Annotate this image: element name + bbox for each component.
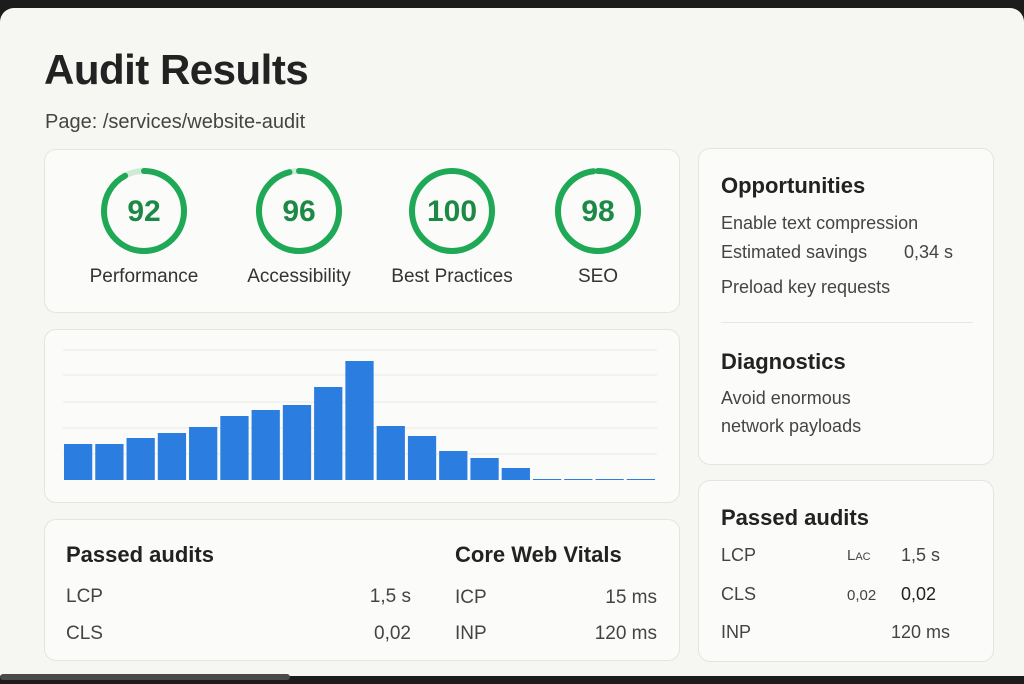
passed-right-lcp-value: 1,5 s bbox=[901, 545, 941, 565]
passed-cls-value: 0,02 bbox=[374, 623, 411, 644]
score-value-accessibility: 96 bbox=[282, 195, 315, 228]
score-seo[interactable]: 98 SEO bbox=[528, 166, 668, 288]
passed-right-inp-label: INP bbox=[721, 622, 752, 642]
histogram-card bbox=[44, 329, 680, 503]
diagnostic-item-line2[interactable]: network payloads bbox=[721, 416, 861, 437]
passed-right-inp-value: 120 ms bbox=[891, 622, 951, 642]
cwv-icp-value: 15 ms bbox=[605, 587, 657, 608]
diagnostics-title: Diagnostics bbox=[721, 349, 846, 374]
passed-right-cls-extra: 0,02 bbox=[847, 587, 877, 604]
chart-bar[interactable] bbox=[470, 458, 499, 480]
score-ring-performance: 92 bbox=[101, 168, 187, 254]
estimated-savings-value: 0,34 s bbox=[904, 242, 954, 262]
score-ring-accessibility: 96 bbox=[256, 168, 342, 254]
score-performance[interactable]: 92 Performance bbox=[74, 166, 214, 288]
page-path-line: Page: /services/website-audit bbox=[45, 111, 305, 134]
chart-bar[interactable] bbox=[220, 416, 249, 480]
passed-lcp-value: 1,5 s bbox=[369, 586, 411, 607]
score-ring-seo: 98 bbox=[555, 168, 641, 254]
estimated-savings-label: Estimated savings bbox=[721, 242, 868, 262]
report-page: Audit Results Page: /services/website-au… bbox=[0, 8, 1024, 676]
passed-right-lcp-label: LCP bbox=[721, 545, 757, 565]
score-label-performance: Performance bbox=[89, 266, 199, 287]
chart-bar[interactable] bbox=[345, 361, 374, 480]
passed-lcp-label: LCP bbox=[66, 586, 103, 607]
opportunities-title: Opportunities bbox=[721, 173, 866, 198]
score-accessibility[interactable]: 96 Accessibility bbox=[229, 166, 369, 288]
chart-bar[interactable] bbox=[595, 479, 624, 480]
chart-bar[interactable] bbox=[314, 387, 343, 480]
diagnostic-item-line1[interactable]: Avoid enormous bbox=[721, 388, 851, 409]
opportunity-item-text-compression[interactable]: Enable text compression bbox=[721, 213, 918, 234]
score-value-seo: 98 bbox=[581, 195, 614, 228]
scores-card: 92 Performance 96 Accessibility 100 Best… bbox=[44, 149, 680, 313]
passed-right-cls-value: 0,02 bbox=[901, 584, 937, 604]
passed-right-title: Passed audits bbox=[721, 505, 869, 530]
chart-bar[interactable] bbox=[126, 438, 155, 480]
chart-bar[interactable] bbox=[282, 405, 312, 480]
passed-right-cls-label: CLS bbox=[721, 584, 757, 604]
chart-bar[interactable] bbox=[376, 426, 405, 480]
cwv-inp-label: INP bbox=[455, 623, 487, 644]
passed-right-lcp-extra: Lac bbox=[847, 547, 871, 564]
score-label-best-practices: Best Practices bbox=[391, 266, 513, 287]
chart-bar[interactable] bbox=[95, 444, 124, 480]
metrics-card: Passed audits LCP 1,5 s CLS 0,02 Core We… bbox=[44, 519, 680, 661]
score-best-practices[interactable]: 100 Best Practices bbox=[382, 166, 522, 288]
cwv-inp-value: 120 ms bbox=[594, 623, 657, 644]
page-path-label: Page: bbox=[45, 111, 98, 133]
opportunities-card: Opportunities Enable text compression Es… bbox=[698, 148, 994, 465]
chart-bar[interactable] bbox=[501, 468, 530, 480]
chart-bar[interactable] bbox=[407, 436, 437, 480]
score-ring-best-practices: 100 bbox=[409, 168, 495, 254]
chart-bar[interactable] bbox=[532, 479, 562, 480]
histogram-chart bbox=[63, 349, 657, 480]
opportunity-item-preload[interactable]: Preload key requests bbox=[721, 277, 890, 298]
chart-bar[interactable] bbox=[64, 444, 93, 480]
chart-bar[interactable] bbox=[626, 479, 655, 480]
page-title: Audit Results bbox=[44, 46, 309, 93]
horizontal-scrollbar[interactable] bbox=[0, 674, 290, 680]
page-path-value: /services/website-audit bbox=[102, 111, 306, 133]
passed-cls-label: CLS bbox=[66, 623, 103, 644]
score-label-seo: SEO bbox=[577, 266, 619, 287]
chart-bar[interactable] bbox=[439, 451, 468, 480]
chart-bar[interactable] bbox=[157, 433, 187, 480]
score-label-accessibility: Accessibility bbox=[247, 266, 351, 287]
cwv-icp-label: ICP bbox=[455, 587, 487, 608]
core-web-vitals-title: Core Web Vitals bbox=[455, 542, 622, 567]
passed-audits-card: Passed audits LCP Lac 1,5 s CLS 0,02 0,0… bbox=[698, 480, 994, 662]
score-value-performance: 92 bbox=[127, 195, 160, 228]
chart-bar[interactable] bbox=[251, 410, 280, 480]
score-value-best-practices: 100 bbox=[427, 195, 477, 228]
section-divider bbox=[721, 322, 973, 323]
passed-audits-title: Passed audits bbox=[66, 542, 214, 567]
chart-bar[interactable] bbox=[564, 479, 593, 480]
chart-bar[interactable] bbox=[189, 427, 218, 480]
